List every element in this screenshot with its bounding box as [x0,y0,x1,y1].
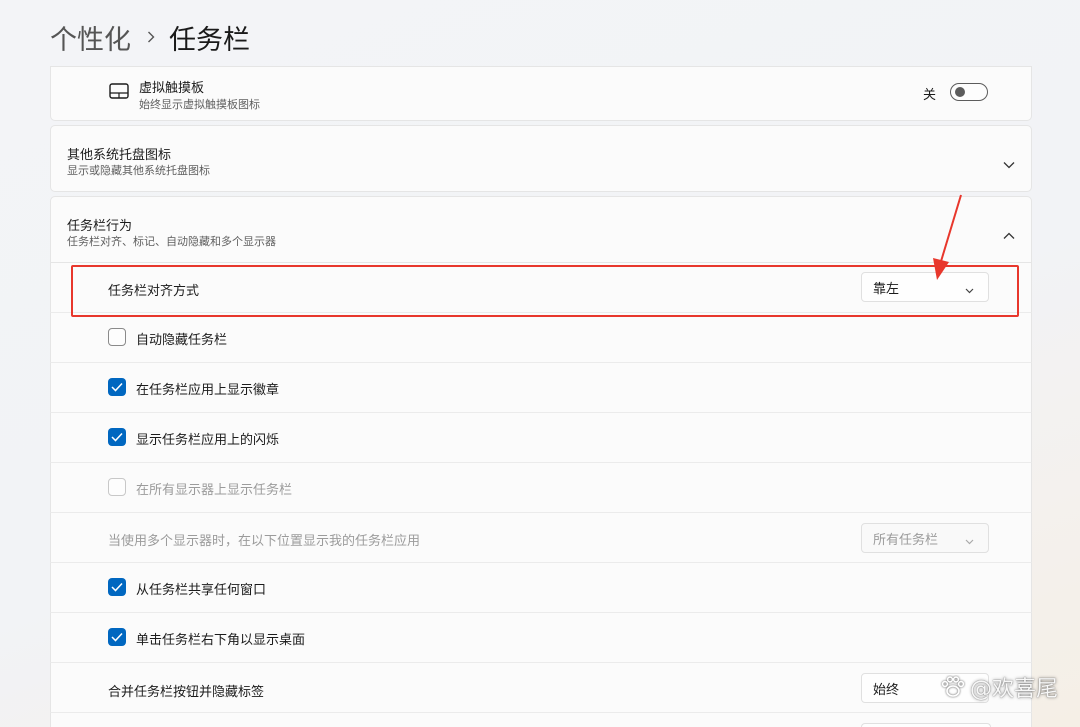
toggle-knob [955,87,965,97]
badges-row: 在任务栏应用上显示徽章 [50,363,1032,413]
annotation-arrow [933,194,962,280]
badges-checkbox[interactable] [108,378,126,396]
annotation-highlight-box [71,265,1019,317]
all-displays-row: 在所有显示器上显示任务栏 [50,463,1032,513]
watermark: @欢喜尾 [940,671,1058,703]
flashing-label[interactable]: 显示任务栏应用上的闪烁 [136,429,279,448]
touchpad-icon [109,82,129,104]
page-title: 任务栏 [169,24,250,56]
share-window-label[interactable]: 从任务栏共享任何窗口 [136,579,266,598]
tray-subtitle: 显示或隐藏其他系统托盘图标 [67,164,210,177]
breadcrumb-parent[interactable]: 个性化 [50,18,131,57]
chevron-up-icon[interactable] [1003,225,1015,244]
all-displays-label: 在所有显示器上显示任务栏 [136,483,293,498]
touchpad-subtitle: 始终显示虚拟触摸板图标 [139,98,260,111]
combine-row: 合并任务栏按钮并隐藏标签 始终 [50,663,1032,713]
chevron-down-icon[interactable] [1003,154,1015,173]
multi-display-row: 当使用多个显示器时，在以下位置显示我的任务栏应用 所有任务栏 [50,513,1032,563]
multi-display-value: 所有任务栏 [873,532,939,548]
combine-value: 始终 [873,682,900,698]
toggle-state-label: 关 [923,88,937,103]
multi-display-label: 当使用多个显示器时，在以下位置显示我的任务栏应用 [108,534,421,549]
touchpad-setting: 虚拟触摸板 始终显示虚拟触摸板图标 关 [50,66,1032,121]
checkmark-icon [111,432,123,442]
watermark-text: @欢喜尾 [969,677,1058,702]
corner-desktop-row: 单击任务栏右下角以显示桌面 [50,613,1032,663]
touchpad-title: 虚拟触摸板 [139,81,205,96]
combine-label: 合并任务栏按钮并隐藏标签 [108,685,265,700]
chevron-right-icon [147,31,155,43]
tray-icons-setting[interactable]: 其他系统托盘图标 显示或隐藏其他系统托盘图标 [50,125,1032,192]
corner-desktop-checkbox[interactable] [108,628,126,646]
next-dropdown-edge [861,723,991,727]
autohide-label[interactable]: 自动隐藏任务栏 [136,329,227,348]
share-window-row: 从任务栏共享任何窗口 [50,563,1032,613]
paw-icon [941,676,965,697]
touchpad-toggle[interactable] [950,83,988,101]
corner-desktop-label[interactable]: 单击任务栏右下角以显示桌面 [136,629,305,648]
checkmark-icon [111,632,123,642]
checkmark-icon [111,382,123,392]
behaviors-subtitle: 任务栏对齐、标记、自动隐藏和多个显示器 [67,235,276,248]
autohide-row: 自动隐藏任务栏 [50,313,1032,363]
multi-display-dropdown: 所有任务栏 [861,523,989,553]
flashing-checkbox[interactable] [108,428,126,446]
chevron-down-icon [965,534,974,549]
share-window-checkbox[interactable] [108,578,126,596]
all-displays-checkbox [108,478,126,496]
badges-label[interactable]: 在任务栏应用上显示徽章 [136,379,279,398]
taskbar-behaviors-header[interactable]: 任务栏行为 任务栏对齐、标记、自动隐藏和多个显示器 [50,196,1032,263]
next-row [50,713,1032,727]
breadcrumb: 个性化 任务栏 [50,14,250,60]
checkmark-icon [111,582,123,592]
flashing-row: 显示任务栏应用上的闪烁 [50,413,1032,463]
behaviors-title: 任务栏行为 [67,219,133,234]
tray-title: 其他系统托盘图标 [67,148,172,163]
autohide-checkbox[interactable] [108,328,126,346]
